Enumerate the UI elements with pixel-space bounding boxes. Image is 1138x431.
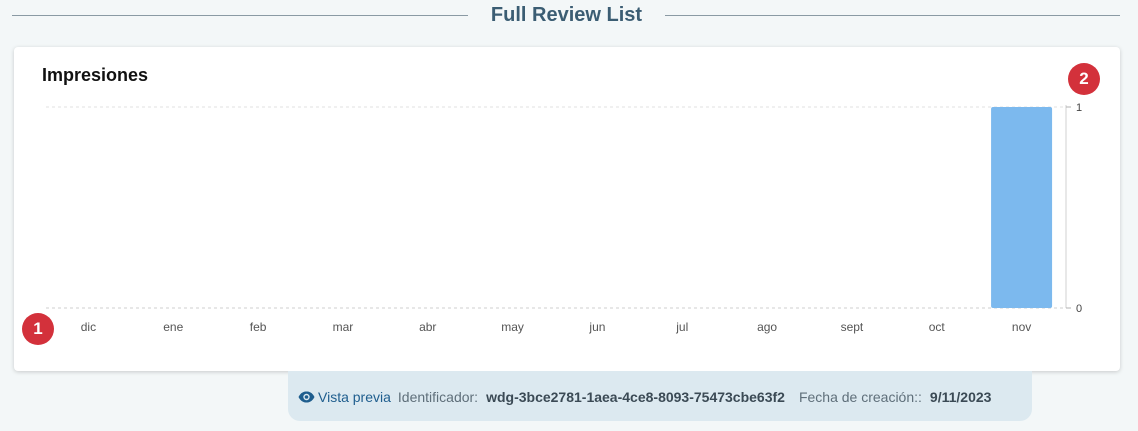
identifier-value: wdg-3bce2781-1aea-4ce8-8093-75473cbe63f2	[486, 389, 785, 405]
x-tick-label-sept: sept	[841, 320, 864, 334]
x-tick-label-mar: mar	[333, 320, 354, 334]
x-tick-label-jun: jun	[588, 320, 605, 334]
header-divider-left	[12, 15, 468, 16]
bar-nov	[991, 107, 1053, 308]
x-tick-label-may: may	[501, 320, 524, 334]
y-tick-label-1: 1	[1076, 102, 1082, 114]
header-divider-right	[665, 15, 1120, 16]
widget-info-bar: Vista previa Identificador: wdg-3bce2781…	[288, 371, 1032, 421]
preview-link[interactable]: Vista previa	[298, 389, 391, 405]
card-title: Impresiones	[42, 65, 149, 85]
marker-badge-1: 1	[22, 313, 54, 345]
impressions-chart: 1 0 dic ene feb mar abr may jun jul ago sept oct nov	[46, 102, 1082, 334]
creation-date-value: 9/11/2023	[929, 389, 992, 405]
identifier-label: Identificador:	[397, 389, 479, 405]
x-tick-label-abr: abr	[419, 320, 436, 334]
eye-icon	[298, 391, 315, 403]
creation-date-label: Fecha de creación::	[798, 389, 922, 405]
section-header: Full Review List	[0, 0, 1138, 32]
x-tick-label-ago: ago	[757, 320, 777, 334]
y-tick-label-0: 0	[1076, 303, 1082, 315]
section-title: Full Review List	[490, 4, 643, 26]
x-tick-label-ene: ene	[163, 320, 183, 334]
impressions-card: 1 0 dic ene feb mar abr may jun jul ago sept oct nov …	[14, 47, 1120, 371]
preview-label[interactable]: Vista previa	[318, 389, 391, 405]
x-tick-label-feb: feb	[250, 320, 267, 334]
x-tick-label-dic: dic	[81, 320, 96, 334]
marker-badge-2: 2	[1068, 63, 1100, 95]
x-tick-label-nov: nov	[1012, 320, 1031, 334]
x-tick-label-jul: jul	[675, 320, 688, 334]
x-tick-label-oct: oct	[929, 320, 946, 334]
